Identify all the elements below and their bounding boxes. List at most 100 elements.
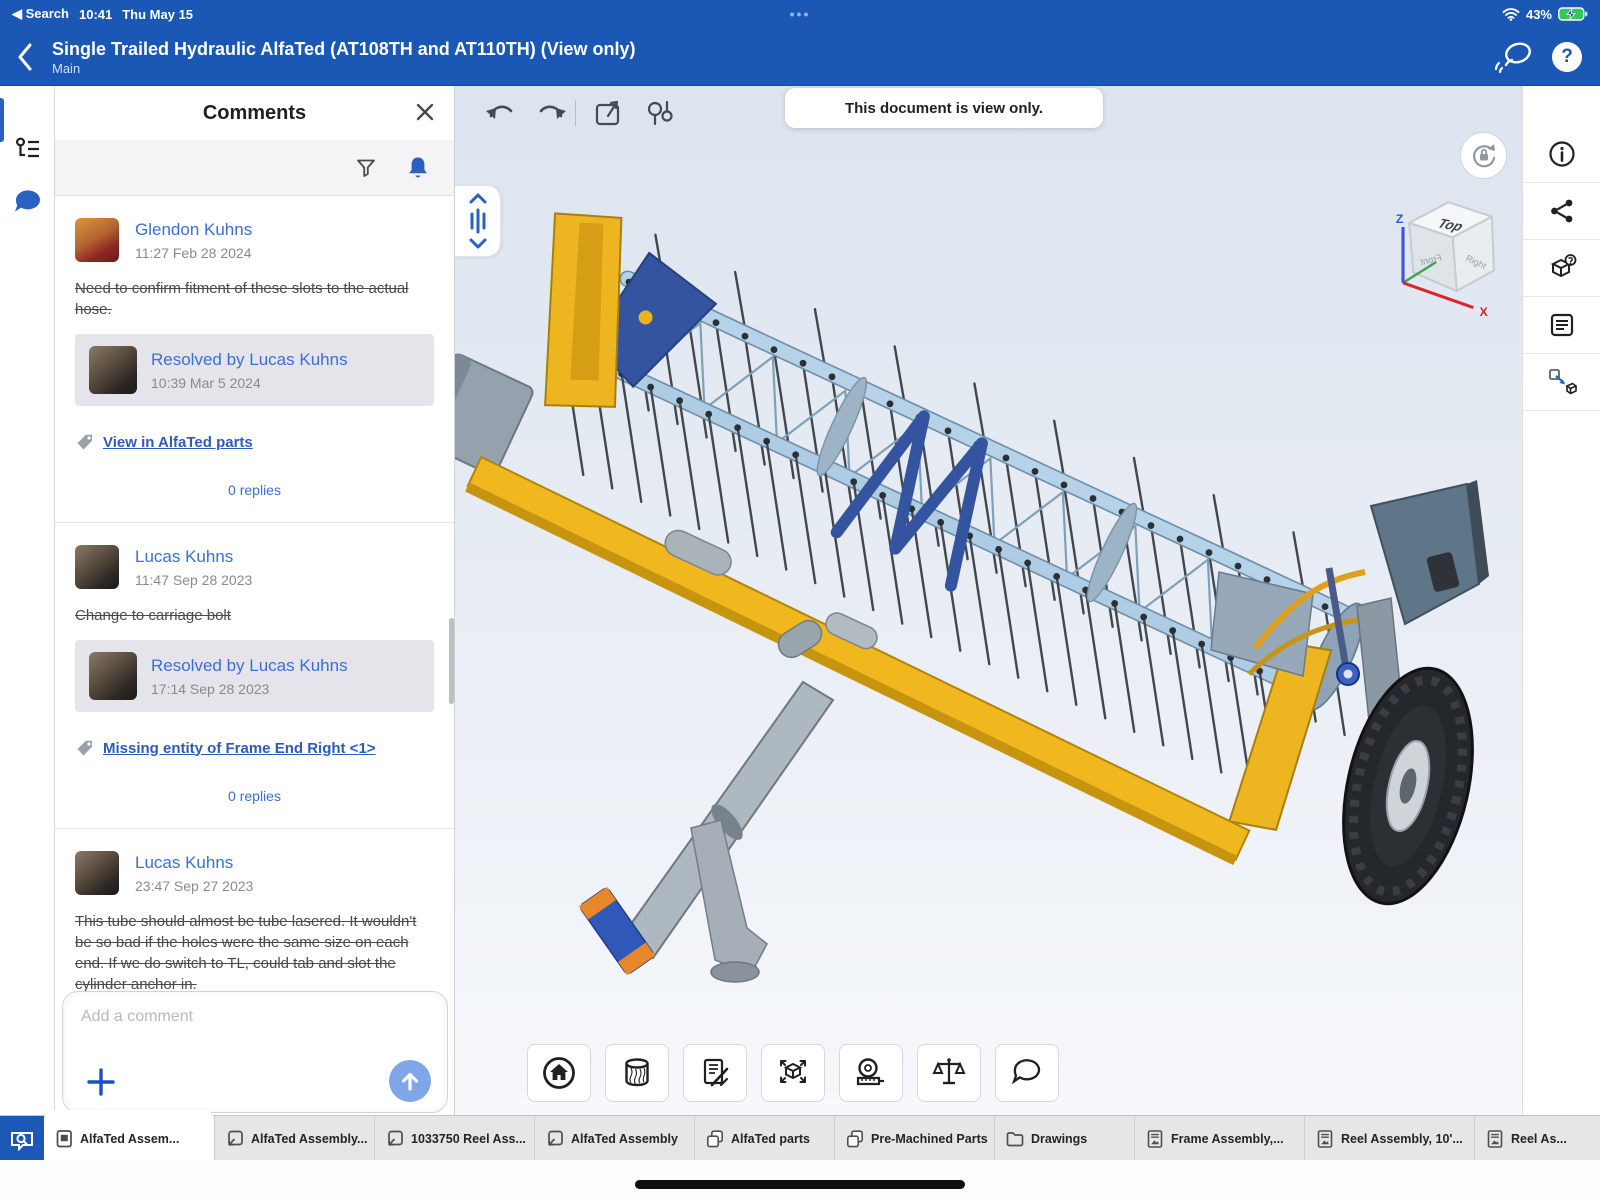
comment-thread: Lucas Kuhns 23:47 Sep 27 2023 This tube … bbox=[75, 851, 434, 995]
comment-timestamp: 11:47 Sep 28 2023 bbox=[135, 572, 252, 588]
cube-question-icon bbox=[1547, 253, 1577, 283]
comment-author[interactable]: Glendon Kuhns bbox=[135, 220, 252, 240]
tag-icon bbox=[75, 432, 95, 452]
info-button[interactable] bbox=[1523, 126, 1600, 183]
section-cylinder-icon bbox=[619, 1055, 655, 1091]
notes-button[interactable] bbox=[1523, 297, 1600, 354]
comment-author[interactable]: Lucas Kuhns bbox=[135, 547, 252, 567]
3d-viewport[interactable]: This document is view only. Top Front Ri… bbox=[455, 86, 1522, 1115]
toolbar-divider bbox=[575, 100, 576, 126]
divider bbox=[55, 522, 454, 523]
share-button[interactable] bbox=[1523, 183, 1600, 240]
tab-1033750-reel-assembly[interactable]: 1033750 Reel Ass... bbox=[374, 1116, 534, 1161]
notifications-bell-icon[interactable] bbox=[406, 155, 430, 181]
help-icon[interactable]: ? bbox=[1552, 42, 1582, 72]
comments-bubble-icon[interactable] bbox=[12, 188, 44, 218]
panel-resize-handle-icon bbox=[463, 190, 493, 252]
properties-button[interactable] bbox=[683, 1044, 747, 1102]
comments-filter-bar bbox=[55, 140, 454, 196]
tab-reel-assembly-10-drawing[interactable]: Reel Assembly, 10'... bbox=[1304, 1116, 1474, 1161]
home-indicator[interactable] bbox=[635, 1180, 965, 1189]
3d-model[interactable] bbox=[455, 86, 1522, 1112]
send-arrow-icon bbox=[398, 1069, 422, 1093]
resolved-timestamp: 17:14 Sep 28 2023 bbox=[151, 681, 348, 697]
orientation-lock-icon bbox=[1469, 141, 1499, 171]
add-attachment-icon[interactable] bbox=[85, 1066, 117, 1098]
display-settings-icon[interactable] bbox=[643, 96, 677, 130]
undo-icon[interactable] bbox=[483, 98, 517, 128]
divider bbox=[55, 828, 454, 829]
model-info-button[interactable] bbox=[1523, 240, 1600, 297]
back-icon[interactable] bbox=[14, 40, 36, 74]
comments-list[interactable]: Glendon Kuhns 11:27 Feb 28 2024 Need to … bbox=[55, 218, 454, 995]
comment-author[interactable]: Lucas Kuhns bbox=[135, 853, 253, 873]
home-view-button[interactable] bbox=[527, 1044, 591, 1102]
panel-resize-handle[interactable] bbox=[455, 185, 501, 257]
axis-x-label: X bbox=[1479, 305, 1488, 319]
status-bar: ◀ Search 10:41 Thu May 15 ••• 43% bbox=[0, 0, 1600, 28]
send-comment-button[interactable] bbox=[389, 1060, 431, 1102]
share-icon bbox=[1548, 197, 1576, 225]
tab-pre-machined-parts[interactable]: Pre-Machined Parts bbox=[834, 1116, 994, 1161]
info-icon bbox=[1548, 140, 1576, 168]
comment-button[interactable] bbox=[995, 1044, 1059, 1102]
filter-icon[interactable] bbox=[354, 156, 378, 180]
tab-bar: AlfaTed Assem... AlfaTed Assembly... 103… bbox=[0, 1115, 1600, 1160]
derived-part-icon bbox=[1547, 367, 1577, 397]
axis-z-label: Z bbox=[1396, 212, 1404, 226]
export-icon[interactable] bbox=[591, 96, 625, 130]
resolved-timestamp: 10:39 Mar 5 2024 bbox=[151, 375, 348, 391]
features-list-icon[interactable] bbox=[13, 134, 43, 164]
avatar bbox=[75, 218, 119, 262]
tab-alfated-assembly[interactable]: AlfaTed Assembly bbox=[534, 1116, 694, 1161]
tab-alfated-assembly-2[interactable]: AlfaTed Assembly... bbox=[214, 1116, 374, 1161]
view-toolbar bbox=[527, 1044, 1059, 1102]
zoom-fit-cube-icon bbox=[775, 1055, 811, 1091]
tab-alfated-parts[interactable]: AlfaTed parts bbox=[694, 1116, 834, 1161]
mass-properties-button[interactable] bbox=[917, 1044, 981, 1102]
app-header: Single Trailed Hydraulic AlfaTed (AT108T… bbox=[0, 28, 1600, 86]
left-rail bbox=[0, 86, 55, 1115]
comment-timestamp: 11:27 Feb 28 2024 bbox=[135, 245, 252, 261]
orientation-lock-button[interactable] bbox=[1460, 132, 1507, 179]
comment-body: This tube should almost be tube lasered.… bbox=[75, 911, 434, 995]
scrollbar-thumb[interactable] bbox=[449, 618, 454, 704]
redo-icon[interactable] bbox=[535, 98, 569, 128]
comment-bubble-icon bbox=[1009, 1055, 1045, 1091]
replies-link[interactable]: 0 replies bbox=[75, 788, 434, 804]
resolved-by: Resolved by Lucas Kuhns bbox=[151, 656, 348, 676]
comment-body: Change to carriage bolt bbox=[75, 605, 434, 626]
resolved-by: Resolved by Lucas Kuhns bbox=[151, 350, 348, 370]
spacemouse-icon[interactable] bbox=[1492, 39, 1534, 75]
close-icon[interactable] bbox=[414, 101, 436, 123]
derived-part-button[interactable] bbox=[1523, 354, 1600, 411]
tab-drawings-folder[interactable]: Drawings bbox=[994, 1116, 1134, 1161]
measure-button[interactable] bbox=[839, 1044, 903, 1102]
tab-search-button[interactable] bbox=[0, 1116, 44, 1161]
comment-composer[interactable] bbox=[62, 991, 448, 1113]
view-cube[interactable]: Top Front Right Z X bbox=[1393, 196, 1505, 320]
comment-tag-link[interactable]: Missing entity of Frame End Right <1> bbox=[103, 740, 376, 757]
active-panel-indicator bbox=[0, 98, 4, 142]
avatar bbox=[89, 346, 137, 394]
comment-thread: Lucas Kuhns 11:47 Sep 28 2023 Change to … bbox=[75, 545, 434, 829]
avatar bbox=[89, 652, 137, 700]
avatar bbox=[75, 545, 119, 589]
panel-title: Comments bbox=[203, 102, 306, 125]
display-style-button[interactable] bbox=[605, 1044, 669, 1102]
comments-panel: Comments Glendon Kuhns 11:27 Feb 28 2024… bbox=[55, 86, 455, 1115]
notes-list-icon bbox=[1548, 311, 1576, 339]
measure-tape-icon bbox=[853, 1055, 889, 1091]
multitask-dots-icon[interactable]: ••• bbox=[0, 6, 1600, 22]
replies-link[interactable]: 0 replies bbox=[75, 482, 434, 498]
tab-frame-assembly-drawing[interactable]: Frame Assembly,... bbox=[1134, 1116, 1304, 1161]
zoom-fit-button[interactable] bbox=[761, 1044, 825, 1102]
comment-tag-link[interactable]: View in AlfaTed parts bbox=[103, 434, 253, 451]
tab-reel-assembly-drawing[interactable]: Reel As... bbox=[1474, 1116, 1600, 1161]
document-properties-icon bbox=[697, 1055, 733, 1091]
workspace-name[interactable]: Main bbox=[52, 61, 635, 76]
tab-alfated-assem[interactable]: AlfaTed Assem... bbox=[44, 1110, 214, 1161]
avatar bbox=[75, 851, 119, 895]
right-rail bbox=[1522, 86, 1600, 1115]
comment-input[interactable] bbox=[81, 1008, 429, 1026]
